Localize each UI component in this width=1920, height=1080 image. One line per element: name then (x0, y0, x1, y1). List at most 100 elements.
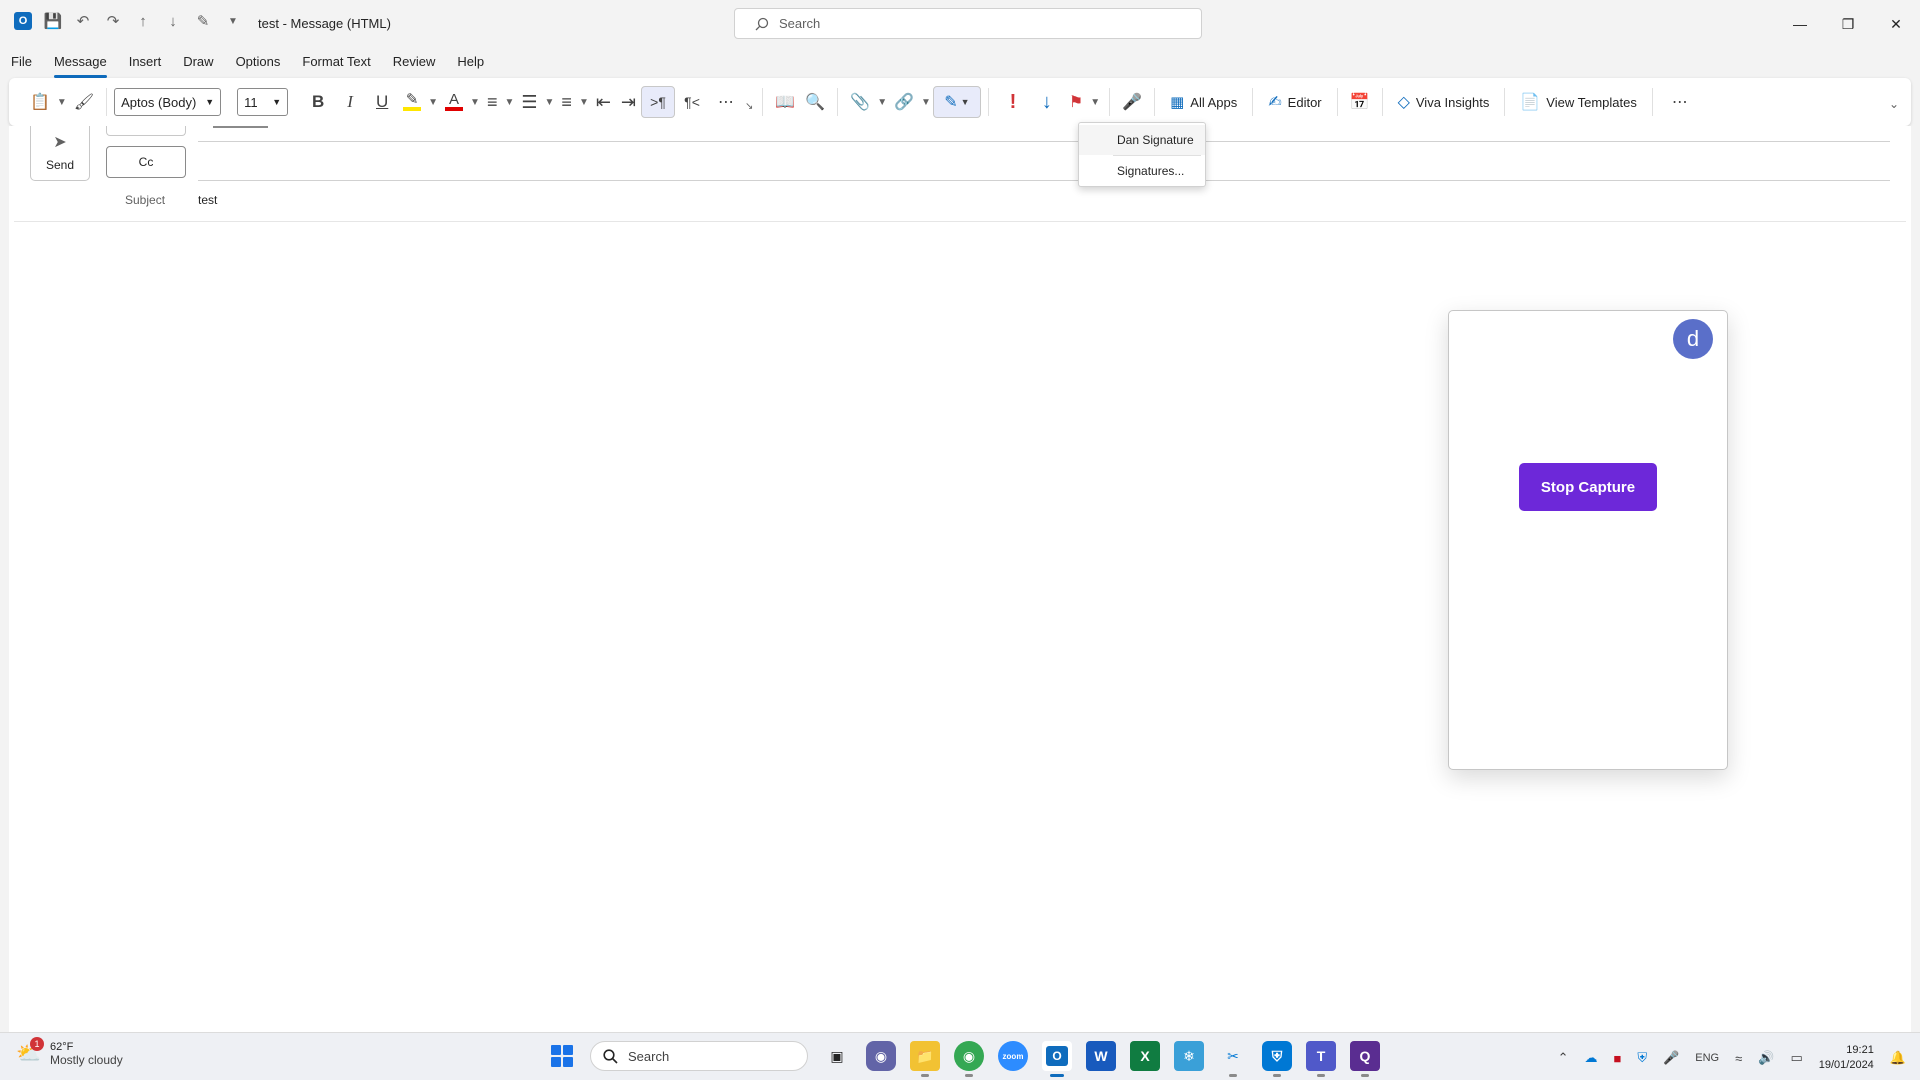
settings-app-icon[interactable]: ❄ (1174, 1041, 1204, 1071)
rtl-paragraph-icon[interactable]: ¶< (675, 86, 709, 118)
font-name-select[interactable]: Aptos (Body) ▼ (114, 88, 222, 116)
taskbar-search[interactable]: Search (590, 1041, 808, 1071)
tab-insert[interactable]: Insert (118, 50, 173, 76)
high-importance-icon[interactable]: ! (996, 86, 1030, 118)
to-field[interactable] (198, 141, 1890, 142)
excel-icon[interactable]: X (1130, 1041, 1160, 1071)
attach-file-icon[interactable]: 📎 (845, 86, 875, 118)
clock[interactable]: 19:21 19/01/2024 (1819, 1043, 1874, 1073)
highlight-icon[interactable]: ✎ (398, 86, 426, 118)
wifi-icon[interactable]: ≈ (1735, 1051, 1742, 1066)
undo-icon[interactable]: ↶ (74, 12, 92, 30)
tab-format-text[interactable]: Format Text (291, 50, 381, 76)
more-options-icon[interactable]: ⋯ (1660, 86, 1700, 118)
cc-field[interactable] (198, 180, 1890, 181)
snipping-tool-icon[interactable]: ✂ (1218, 1041, 1248, 1077)
dictate-icon[interactable]: 🎤 (1117, 86, 1147, 118)
ltr-paragraph-icon[interactable]: >¶ (641, 86, 676, 118)
word-icon[interactable]: W (1086, 1041, 1116, 1071)
tab-options[interactable]: Options (225, 50, 292, 76)
format-painter-icon[interactable]: 🖌 (69, 86, 99, 118)
tab-message[interactable]: Message (43, 50, 118, 78)
stop-capture-button[interactable]: Stop Capture (1519, 463, 1657, 511)
paste-dropdown-icon[interactable]: ▼ (55, 86, 69, 118)
signature-item-dan[interactable]: Dan Signature (1079, 125, 1205, 155)
scheduling-poll-icon[interactable]: 📅 (1345, 86, 1375, 118)
check-names-icon[interactable]: 🔍 (800, 86, 830, 118)
language-indicator[interactable]: ENG (1695, 1052, 1719, 1064)
underline-icon[interactable]: U (366, 86, 398, 118)
address-book-icon[interactable]: 📖 (770, 86, 800, 118)
close-icon[interactable]: ✕ (1872, 0, 1920, 48)
bold-icon[interactable]: B (302, 86, 334, 118)
notifications-icon[interactable]: 🔔 (1890, 1050, 1906, 1066)
font-color-dropdown-icon[interactable]: ▼ (468, 86, 482, 118)
volume-icon[interactable]: 🔊 (1758, 1050, 1774, 1066)
ribbon-collapse-icon[interactable]: ⌄ (1887, 88, 1901, 120)
onedrive-icon[interactable]: ☁ (1584, 1050, 1597, 1066)
teams-meet-icon[interactable]: ◉ (866, 1041, 896, 1071)
tab-file[interactable]: File (0, 50, 43, 76)
low-importance-icon[interactable]: ↓ (1030, 86, 1064, 118)
paste-icon[interactable]: 📋 (25, 86, 55, 118)
send-button[interactable]: ➤ Send (30, 126, 90, 181)
align-dropdown-icon[interactable]: ▼ (577, 86, 591, 118)
italic-icon[interactable]: I (334, 86, 366, 118)
redo-icon[interactable]: ↷ (104, 12, 122, 30)
outlook-taskbar-icon[interactable]: O (1042, 1041, 1072, 1077)
minimize-icon[interactable]: — (1776, 0, 1824, 48)
editor-button[interactable]: ✍ Editor (1260, 86, 1329, 118)
task-view-icon[interactable]: ▣ (822, 1041, 852, 1071)
customize-qat-icon[interactable]: ▼ (224, 12, 242, 30)
more-formatting-icon[interactable]: ⋯ (709, 86, 743, 118)
link-icon[interactable]: 🔗 (889, 86, 919, 118)
file-explorer-icon[interactable]: 📁 (910, 1041, 940, 1077)
font-color-icon[interactable]: A (440, 86, 468, 118)
capture-app-icon[interactable]: Q (1350, 1041, 1380, 1077)
tab-draw[interactable]: Draw (172, 50, 224, 76)
weather-widget[interactable]: ⛅ 1 62°F Mostly cloudy (16, 1037, 123, 1067)
restore-icon[interactable]: ❐ (1824, 0, 1872, 48)
signatures-settings-item[interactable]: Signatures... (1079, 156, 1205, 186)
outlook-logo-icon: O (14, 12, 32, 30)
title-search-box[interactable]: Search (734, 8, 1202, 39)
arrow-down-icon[interactable]: ↓ (164, 12, 182, 30)
bullets-dropdown-icon[interactable]: ▼ (502, 86, 516, 118)
zoom-icon[interactable]: zoom (998, 1041, 1028, 1071)
view-templates-button[interactable]: 📄 View Templates (1512, 86, 1645, 118)
flag-dropdown-icon[interactable]: ▼ (1088, 86, 1102, 118)
cc-button[interactable]: Cc (106, 146, 186, 178)
tray-app-icon[interactable]: ■ (1613, 1051, 1621, 1066)
microphone-icon[interactable]: 🎤 (1663, 1050, 1679, 1066)
avatar[interactable]: d (1673, 319, 1713, 359)
battery-icon[interactable]: ▭ (1790, 1050, 1802, 1066)
tab-help[interactable]: Help (446, 50, 495, 76)
align-icon[interactable]: ≡ (556, 86, 577, 118)
chrome-icon[interactable]: ◉ (954, 1041, 984, 1077)
security-icon[interactable]: ⛨ (1637, 1050, 1647, 1066)
highlight-dropdown-icon[interactable]: ▼ (426, 86, 440, 118)
subject-input[interactable]: test (198, 193, 217, 207)
viva-insights-button[interactable]: ◇ Viva Insights (1390, 86, 1498, 118)
numbering-dropdown-icon[interactable]: ▼ (543, 86, 557, 118)
increase-indent-icon[interactable]: ⇥ (616, 86, 641, 118)
tab-review[interactable]: Review (382, 50, 447, 76)
to-button[interactable] (106, 126, 186, 136)
chevron-up-icon[interactable]: ⌃ (1558, 1050, 1569, 1066)
signature-button[interactable]: ✎ ▼ (932, 86, 981, 118)
save-icon[interactable]: 💾 (44, 12, 63, 30)
teams-icon[interactable]: T (1306, 1041, 1336, 1077)
arrow-up-icon[interactable]: ↑ (134, 12, 152, 30)
link-dropdown-icon[interactable]: ▼ (919, 86, 933, 118)
font-size-select[interactable]: 11 ▼ (237, 88, 289, 116)
decrease-indent-icon[interactable]: ⇤ (591, 86, 616, 118)
templates-quick-icon[interactable]: ✎ (194, 12, 212, 30)
numbering-icon[interactable]: ☰ (516, 86, 542, 118)
all-apps-button[interactable]: ▦ All Apps (1162, 86, 1245, 118)
windows-start-icon[interactable] (548, 1042, 576, 1070)
defender-icon[interactable]: ⛨ (1262, 1041, 1292, 1077)
attach-dropdown-icon[interactable]: ▼ (875, 86, 889, 118)
follow-up-flag-icon[interactable]: ⚑ (1064, 86, 1088, 118)
dialog-launcher-icon[interactable]: ↘ (743, 90, 755, 122)
bullets-icon[interactable]: ≡ (482, 86, 503, 118)
